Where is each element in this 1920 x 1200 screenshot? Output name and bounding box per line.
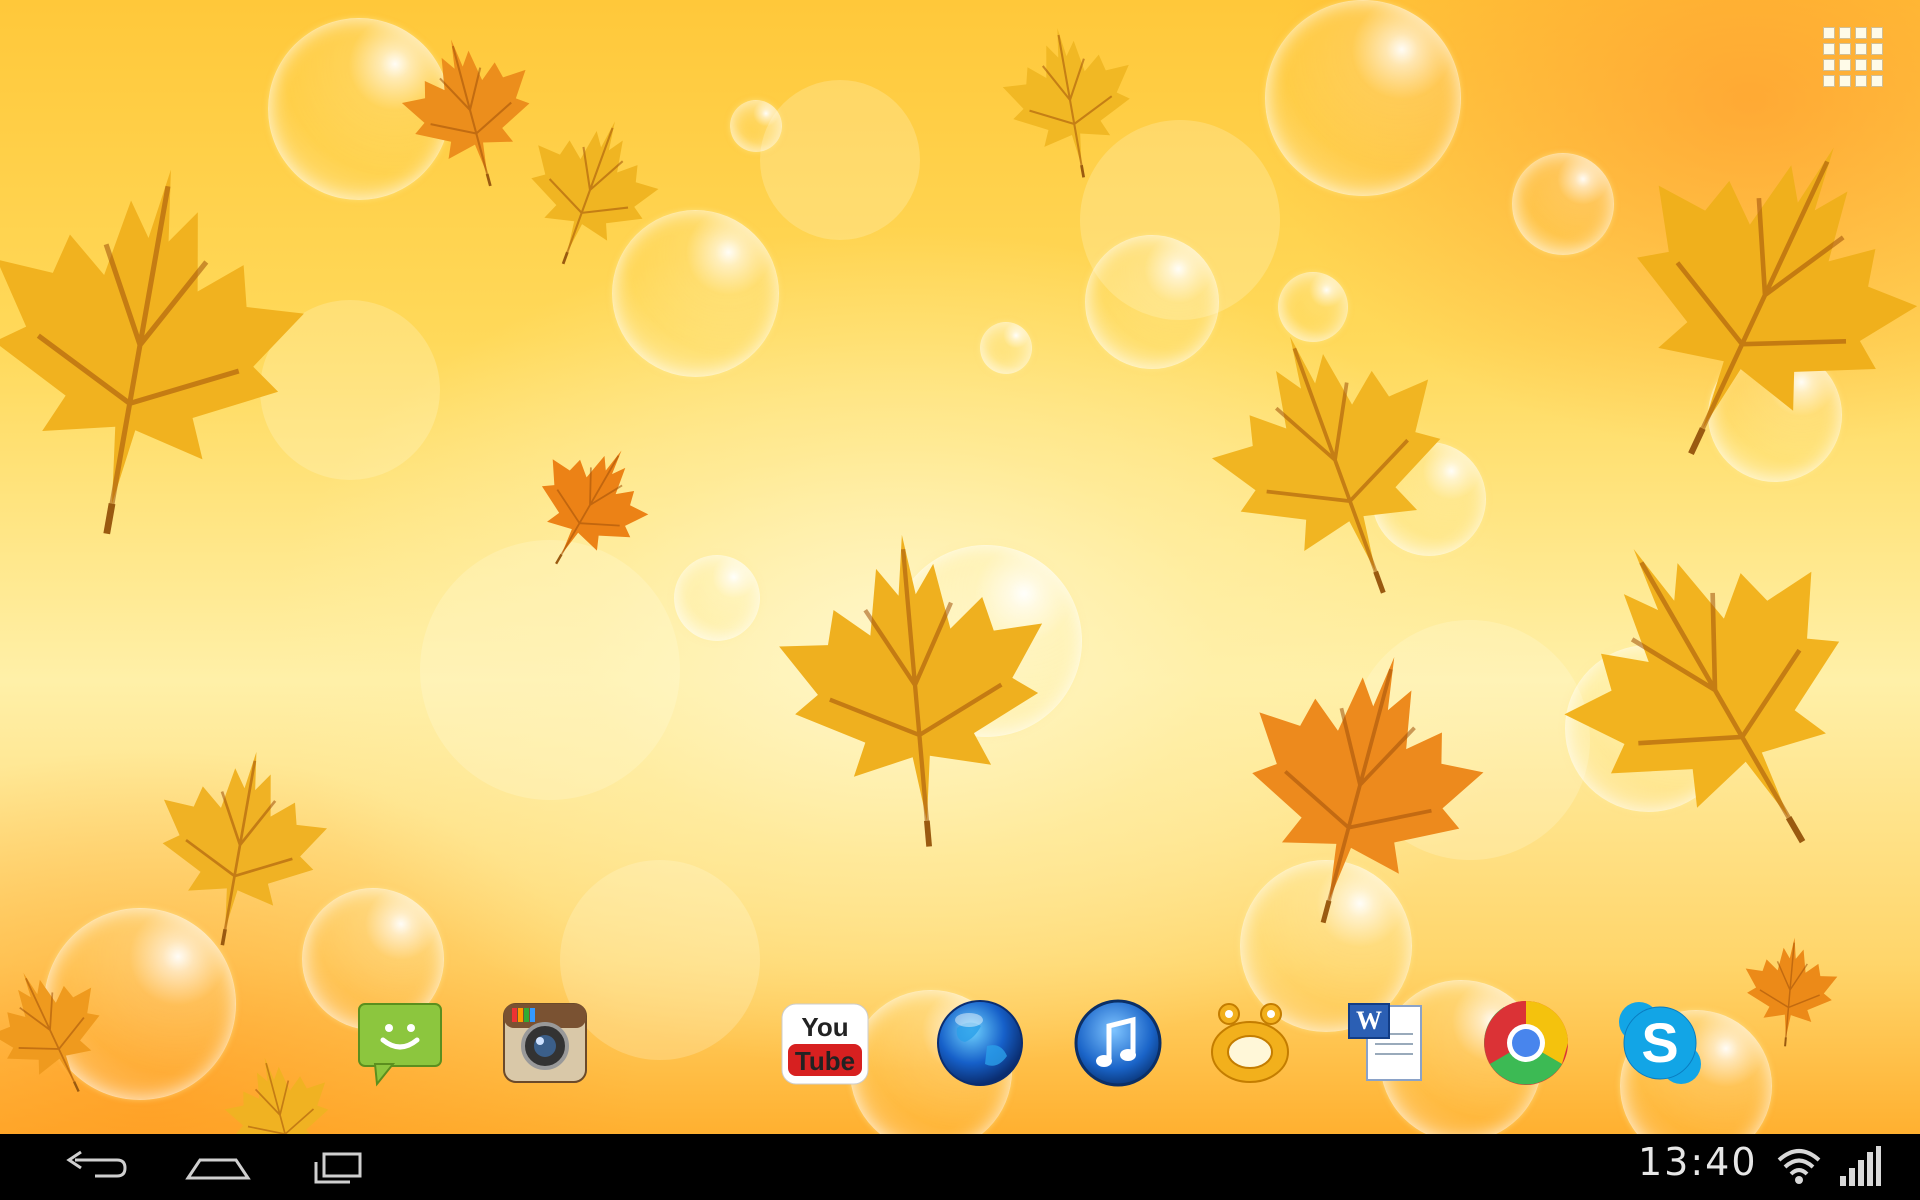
messaging-app[interactable] xyxy=(355,998,445,1088)
music-app[interactable] xyxy=(1073,998,1163,1088)
bubble xyxy=(1512,153,1614,255)
status-clock: 13:40 xyxy=(1638,1140,1758,1184)
maple-leaf xyxy=(756,508,1074,862)
home-button[interactable] xyxy=(178,1144,258,1190)
back-button[interactable] xyxy=(55,1144,135,1190)
skype-app[interactable]: S xyxy=(1615,998,1705,1088)
recent-apps-icon xyxy=(314,1152,362,1184)
signal-icon xyxy=(1840,1146,1881,1186)
maple-leaf xyxy=(133,726,347,964)
bokeh-light xyxy=(420,540,680,800)
browser-app[interactable] xyxy=(935,998,1025,1088)
word-logo-text: W xyxy=(1356,1006,1382,1035)
bokeh-light xyxy=(760,80,920,240)
gom-player-app[interactable] xyxy=(1205,998,1295,1088)
youtube-logo-text: You Tube xyxy=(794,1012,856,1076)
skype-logo-text: S xyxy=(1641,1011,1679,1074)
messaging-icon xyxy=(358,1003,442,1087)
bubble xyxy=(730,100,782,152)
wallpaper xyxy=(0,0,1920,1134)
home-icon xyxy=(185,1158,251,1180)
chrome-app[interactable] xyxy=(1481,998,1571,1088)
youtube-app[interactable]: You Tube xyxy=(780,998,870,1088)
instagram-icon xyxy=(503,1003,587,1083)
globe-icon xyxy=(937,1000,1023,1086)
dock: You Tube W S xyxy=(355,998,1725,1090)
navigation-bar xyxy=(0,1134,1920,1200)
maple-leaf xyxy=(0,123,341,566)
recent-apps-button[interactable] xyxy=(300,1144,380,1190)
gom-player-icon xyxy=(1211,1003,1289,1083)
word-app[interactable]: W xyxy=(1343,998,1433,1088)
app-drawer-button[interactable] xyxy=(1818,22,1884,88)
instagram-app[interactable] xyxy=(500,998,590,1088)
maple-leaf xyxy=(205,1037,355,1134)
maple-leaf xyxy=(987,9,1153,191)
wifi-icon xyxy=(1777,1149,1821,1184)
music-note-icon xyxy=(1074,999,1162,1087)
maple-leaf xyxy=(1546,62,1920,528)
chrome-icon xyxy=(1484,1001,1568,1085)
maple-leaf xyxy=(1491,457,1920,924)
back-icon xyxy=(66,1150,127,1178)
bubble xyxy=(1265,0,1461,196)
bubble xyxy=(980,322,1032,374)
maple-leaf xyxy=(1166,276,1504,643)
bubble xyxy=(674,555,760,641)
maple-leaf xyxy=(1735,926,1845,1054)
